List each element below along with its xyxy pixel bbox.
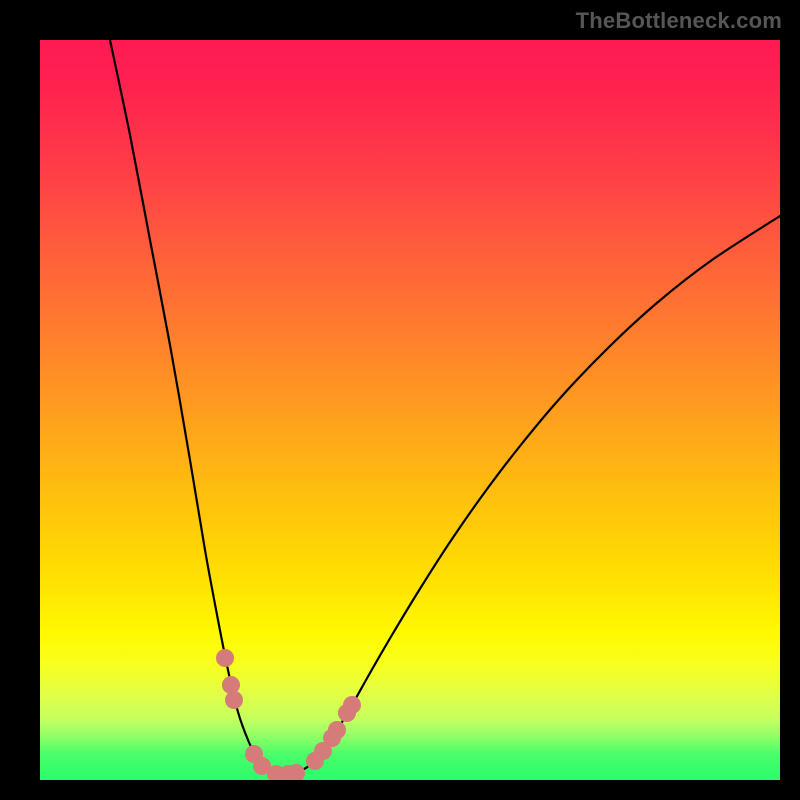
chart-frame: TheBottleneck.com [0,0,800,800]
curve-marker [343,696,361,714]
watermark-text: TheBottleneck.com [576,8,782,34]
curve-marker [225,691,243,709]
curve-marker [328,721,346,739]
bottleneck-curve [110,40,780,774]
curve-marker [216,649,234,667]
curve-layer [40,40,780,780]
curve-marker [222,676,240,694]
plot-area [40,40,780,780]
